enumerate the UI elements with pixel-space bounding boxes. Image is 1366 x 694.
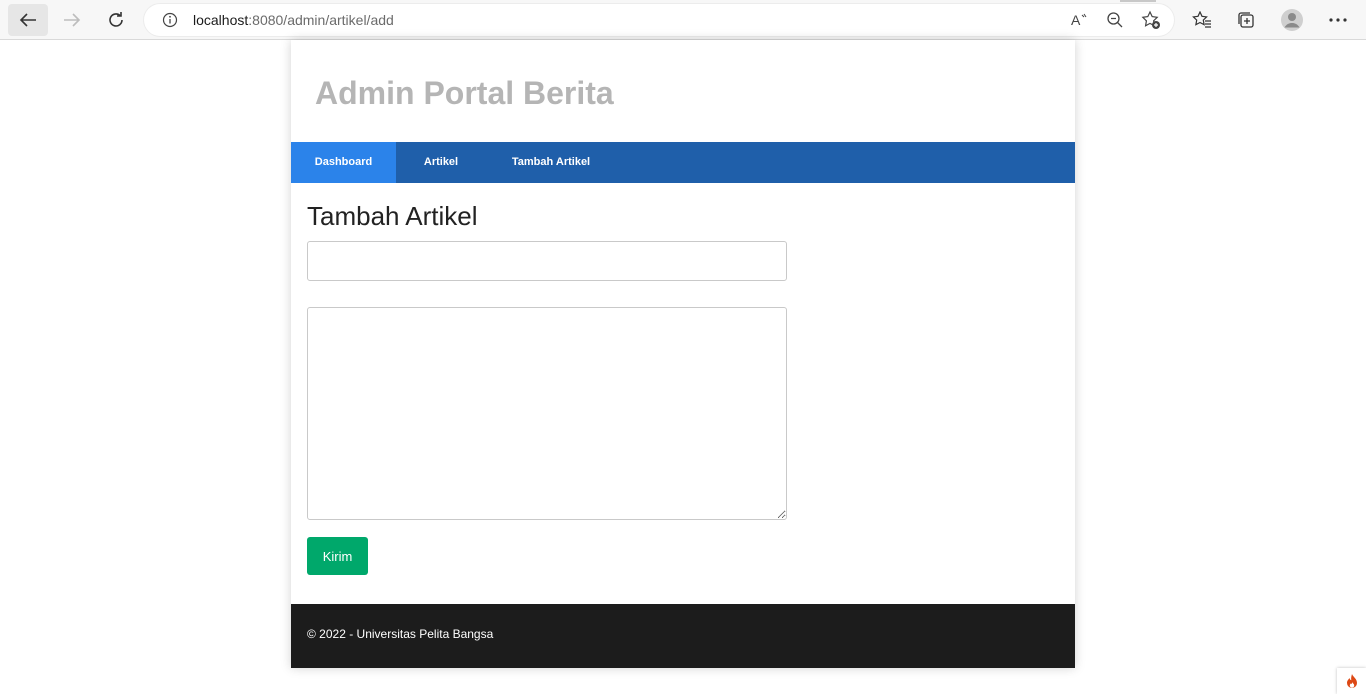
more-icon[interactable]: [1326, 8, 1350, 32]
back-arrow-icon: [19, 13, 36, 27]
collections-icon[interactable]: [1234, 8, 1258, 32]
site-title: Admin Portal Berita: [315, 75, 614, 111]
nav-artikel[interactable]: Artikel: [405, 142, 477, 183]
back-button[interactable]: [8, 4, 48, 36]
forward-arrow-icon: [64, 13, 81, 27]
reload-button[interactable]: [96, 4, 136, 36]
read-aloud-icon[interactable]: A: [1068, 10, 1090, 30]
nav-dashboard[interactable]: Dashboard: [291, 142, 396, 183]
address-bar[interactable]: localhost:8080/admin/artikel/add A: [144, 4, 1174, 36]
nav-tambah-artikel[interactable]: Tambah Artikel: [495, 142, 607, 183]
tab-strip-edge: [1120, 0, 1156, 2]
browser-toolbar: localhost:8080/admin/artikel/add A: [0, 0, 1366, 40]
add-favorite-icon[interactable]: [1140, 10, 1162, 30]
zoom-out-icon[interactable]: [1104, 10, 1126, 30]
main-nav: Dashboard Artikel Tambah Artikel: [291, 142, 1075, 183]
reload-icon: [109, 12, 123, 27]
url-text[interactable]: localhost:8080/admin/artikel/add: [193, 12, 394, 28]
page-container: Admin Portal Berita Dashboard Artikel Ta…: [291, 40, 1075, 668]
svg-text:A: A: [1071, 12, 1081, 28]
footer-text: © 2022 - Universitas Pelita Bangsa: [307, 627, 494, 641]
submit-button[interactable]: Kirim: [307, 537, 368, 575]
favorites-icon[interactable]: [1190, 8, 1214, 32]
info-icon[interactable]: [162, 12, 178, 33]
debug-toolbar-toggle[interactable]: [1337, 668, 1366, 694]
profile-icon[interactable]: [1280, 8, 1304, 32]
url-host: localhost: [193, 12, 249, 28]
forward-button[interactable]: [52, 4, 92, 36]
url-path: :8080/admin/artikel/add: [248, 12, 394, 28]
site-footer: © 2022 - Universitas Pelita Bangsa: [291, 604, 1075, 668]
page-heading: Tambah Artikel: [307, 201, 478, 231]
codeigniter-flame-icon: [1346, 674, 1357, 688]
site-header: Admin Portal Berita: [291, 40, 1075, 142]
content-textarea[interactable]: [307, 307, 787, 520]
title-input[interactable]: [307, 241, 787, 281]
